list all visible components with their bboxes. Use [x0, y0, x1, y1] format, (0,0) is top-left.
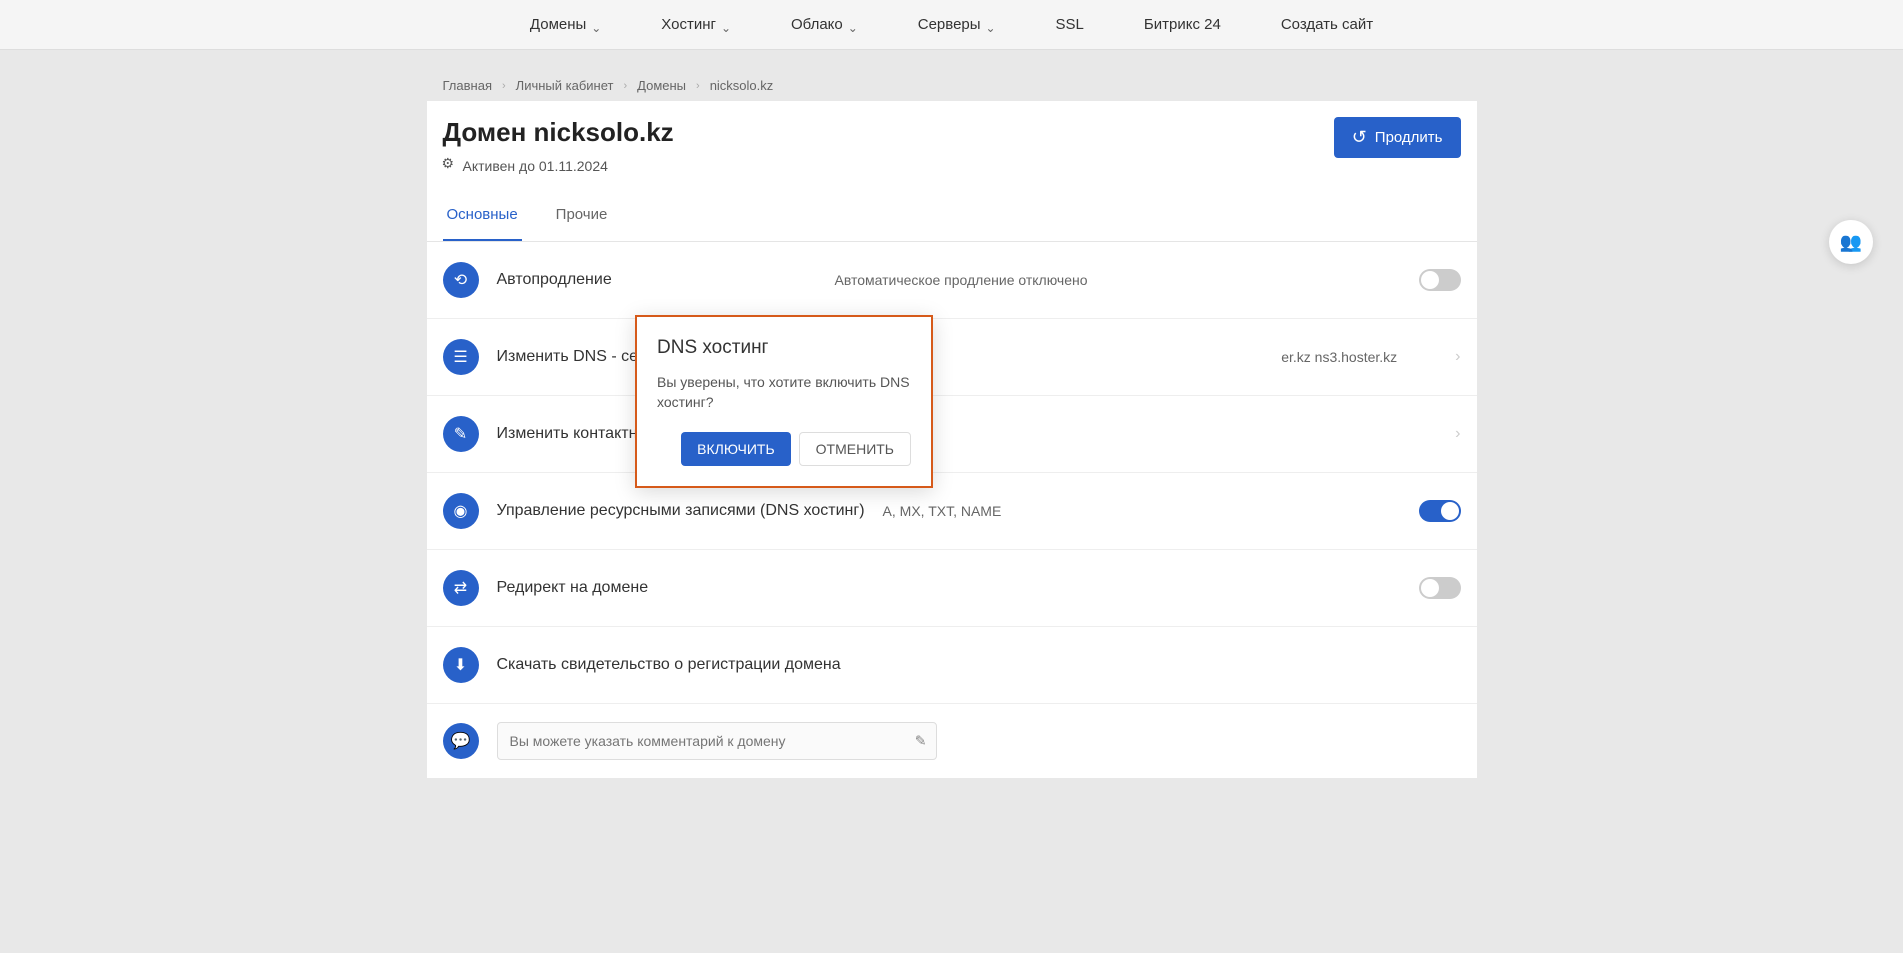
renew-label: Продлить — [1375, 129, 1443, 146]
chevron-right-icon: › — [1455, 348, 1460, 366]
modal-actions: ВКЛЮЧИТЬ ОТМЕНИТЬ — [657, 432, 911, 466]
nav-bitrix[interactable]: Битрикс 24 — [1144, 16, 1221, 33]
gear-icon — [443, 159, 457, 173]
dns-hosting-modal: DNS хостинг Вы уверены, что хотите включ… — [635, 315, 933, 488]
nav-label: Облако — [791, 16, 843, 33]
content-container: Главная › Личный кабинет › Домены › nick… — [427, 50, 1477, 798]
setting-download-cert[interactable]: ⬇ Скачать свидетельство о регистрации до… — [427, 627, 1477, 704]
breadcrumb: Главная › Личный кабинет › Домены › nick… — [427, 70, 1477, 101]
support-button[interactable]: 👥 — [1829, 220, 1873, 264]
setting-comment: 💬 ✎ — [427, 704, 1477, 778]
nav-label: Создать сайт — [1281, 16, 1373, 33]
chevron-down-icon — [591, 22, 601, 28]
status-text: Активен до 01.11.2024 — [463, 158, 608, 174]
toggle-autorenew[interactable] — [1419, 269, 1461, 291]
nav-ssl[interactable]: SSL — [1056, 16, 1084, 33]
tab-other[interactable]: Прочие — [552, 190, 612, 241]
redirect-icon: ⇄ — [443, 570, 479, 606]
download-icon: ⬇ — [443, 647, 479, 683]
top-navigation: Домены Хостинг Облако Серверы SSL Битрик… — [0, 0, 1903, 50]
renew-button[interactable]: Продлить — [1334, 117, 1461, 158]
setting-label: Управление ресурсными записями (DNS хост… — [497, 502, 865, 520]
nav-label: Серверы — [918, 16, 981, 33]
chevron-right-icon: › — [623, 80, 627, 92]
refresh-icon: ⟲ — [443, 262, 479, 298]
setting-value: Автоматическое продление отключено — [835, 272, 1401, 288]
chevron-right-icon: › — [502, 80, 506, 92]
toggle-dns-hosting[interactable] — [1419, 500, 1461, 522]
breadcrumb-home[interactable]: Главная — [443, 78, 492, 93]
server-icon: ☰ — [443, 339, 479, 375]
setting-dns-hosting: ◉ Управление ресурсными записями (DNS хо… — [427, 473, 1477, 550]
nav-label: Битрикс 24 — [1144, 16, 1221, 33]
page-header: Домен nicksolo.kz Активен до 01.11.2024 … — [427, 101, 1477, 190]
modal-cancel-button[interactable]: ОТМЕНИТЬ — [799, 432, 911, 466]
domain-status: Активен до 01.11.2024 — [443, 158, 674, 174]
edit-icon: ✎ — [443, 416, 479, 452]
tab-main[interactable]: Основные — [443, 190, 522, 241]
setting-label: Скачать свидетельство о регистрации доме… — [497, 656, 1461, 674]
chevron-down-icon — [986, 22, 996, 28]
chevron-down-icon — [848, 22, 858, 28]
setting-redirect: ⇄ Редирект на домене — [427, 550, 1477, 627]
chevron-right-icon: › — [696, 80, 700, 92]
nav-label: Хостинг — [661, 16, 716, 33]
tabs: Основные Прочие — [427, 190, 1477, 242]
modal-confirm-button[interactable]: ВКЛЮЧИТЬ — [681, 432, 791, 466]
setting-autorenew: ⟲ Автопродление Автоматическое продление… — [427, 242, 1477, 319]
renew-icon — [1352, 127, 1367, 148]
breadcrumb-domains[interactable]: Домены — [637, 78, 686, 93]
modal-title: DNS хостинг — [657, 337, 911, 359]
setting-value: A, MX, TXT, NAME — [883, 503, 1401, 519]
nav-label: Домены — [530, 16, 586, 33]
setting-dns-servers[interactable]: ☰ Изменить DNS - серверы er.kz ns3.hoste… — [427, 319, 1477, 396]
page-title: Домен nicksolo.kz — [443, 117, 674, 148]
breadcrumb-account[interactable]: Личный кабинет — [516, 78, 614, 93]
breadcrumb-current: nicksolo.kz — [710, 78, 774, 93]
toggle-redirect[interactable] — [1419, 577, 1461, 599]
page-wrapper: Домены Хостинг Облако Серверы SSL Битрик… — [0, 0, 1903, 953]
main-panel: Основные Прочие ⟲ Автопродление Автомати… — [427, 190, 1477, 778]
chevron-right-icon: › — [1455, 425, 1460, 443]
nav-cloud[interactable]: Облако — [791, 16, 858, 33]
chevron-down-icon — [721, 22, 731, 28]
setting-contact-data[interactable]: ✎ Изменить контактные данные владельца › — [427, 396, 1477, 473]
nav-domains[interactable]: Домены — [530, 16, 601, 33]
nav-create-site[interactable]: Создать сайт — [1281, 16, 1373, 33]
nav-label: SSL — [1056, 16, 1084, 33]
comment-input[interactable] — [497, 722, 937, 760]
person-icon: 👥 — [1840, 232, 1862, 253]
nav-hosting[interactable]: Хостинг — [661, 16, 731, 33]
nav-servers[interactable]: Серверы — [918, 16, 996, 33]
setting-label: Редирект на домене — [497, 579, 1401, 597]
modal-text: Вы уверены, что хотите включить DNS хост… — [657, 373, 911, 412]
setting-label: Автопродление — [497, 271, 817, 289]
pencil-icon[interactable]: ✎ — [915, 733, 927, 750]
comment-icon: 💬 — [443, 723, 479, 759]
records-icon: ◉ — [443, 493, 479, 529]
